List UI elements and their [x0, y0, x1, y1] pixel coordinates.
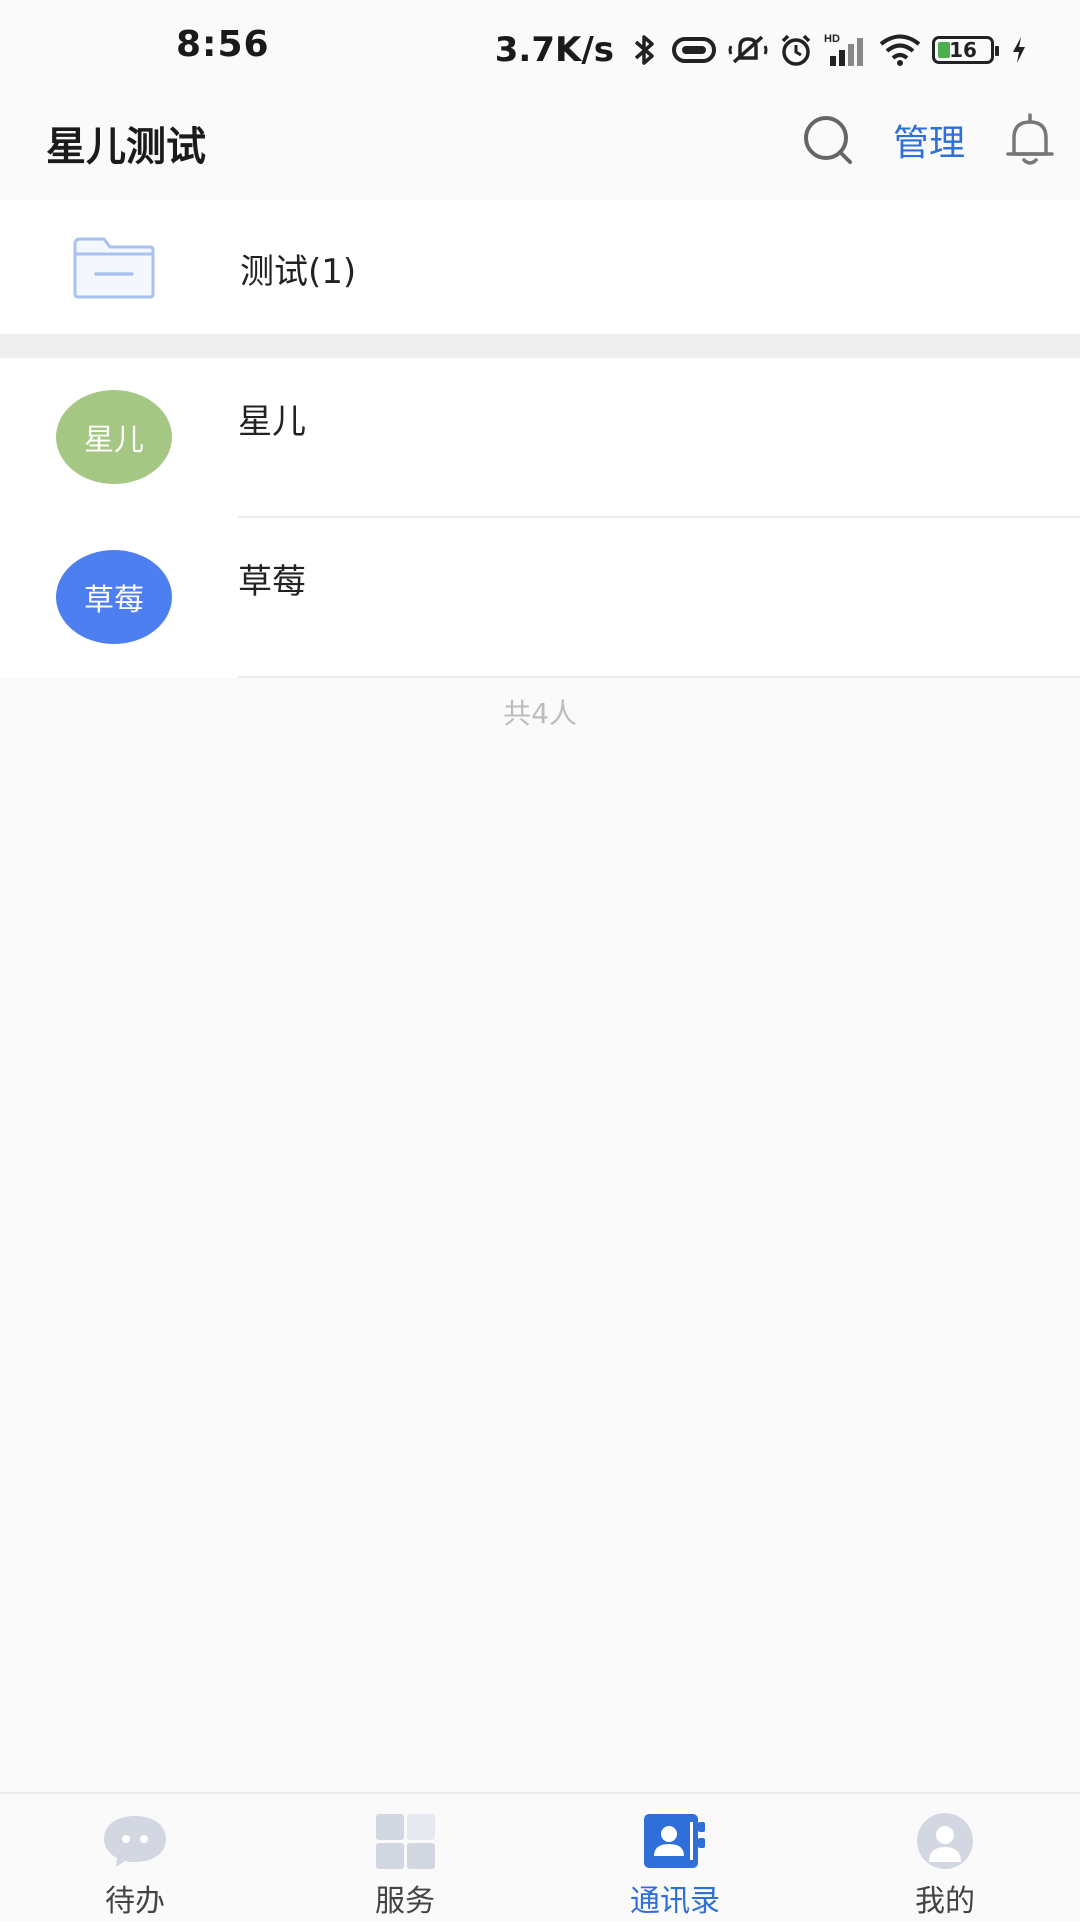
section-divider	[0, 334, 1080, 358]
avatar: 星儿	[56, 390, 172, 484]
profile-icon	[917, 1813, 973, 1869]
nav-label: 服务	[375, 1884, 435, 1919]
nav-label: 待办	[105, 1884, 165, 1919]
nav-label: 通讯录	[630, 1884, 720, 1919]
member-name: 草莓	[238, 562, 306, 602]
status-icons: 3.7K/s HD 16	[495, 28, 1028, 72]
network-speed: 3.7K/s	[494, 30, 614, 70]
mute-icon	[728, 35, 768, 64]
bottom-nav: 待办 服务 通讯录 我的	[0, 1792, 1080, 1922]
charging-icon	[1013, 37, 1025, 63]
bell-icon[interactable]	[1002, 110, 1058, 170]
manage-button[interactable]: 管理	[893, 114, 965, 166]
member-count: 共4人	[503, 697, 577, 730]
battery-icon: 16	[932, 36, 999, 64]
vibrate-icon	[672, 37, 716, 63]
nav-item-todo[interactable]: 待办	[0, 1794, 270, 1922]
svg-text:HD: HD	[824, 33, 840, 45]
status-bar: 8:56 3.7K/s HD 16	[0, 0, 1080, 96]
contacts-icon	[644, 1814, 705, 1868]
nav-item-me[interactable]: 我的	[810, 1794, 1080, 1922]
member-row[interactable]: 草莓 草莓	[0, 518, 1080, 678]
nav-item-contacts[interactable]: 通讯录	[540, 1794, 810, 1922]
alarm-icon	[781, 34, 811, 66]
grid-icon	[376, 1814, 435, 1869]
status-time: 8:56	[176, 24, 270, 65]
nav-item-services[interactable]: 服务	[270, 1794, 540, 1922]
nav-label: 我的	[915, 1884, 975, 1919]
bluetooth-icon	[634, 35, 654, 65]
member-name: 星儿	[238, 402, 306, 442]
battery-level: 16	[949, 38, 977, 62]
wifi-icon	[879, 34, 921, 66]
department-row[interactable]: 测试(1)	[0, 200, 1080, 334]
avatar: 草莓	[56, 550, 172, 644]
member-row[interactable]: 星儿 星儿	[0, 358, 1080, 518]
page-title: 星儿测试	[46, 124, 206, 170]
signal-icon: HD	[824, 33, 863, 66]
department-label: 测试(1)	[240, 252, 357, 292]
chat-bubble-icon	[104, 1816, 166, 1867]
row-divider	[238, 676, 1080, 678]
folder-icon	[73, 237, 155, 299]
search-icon[interactable]	[800, 112, 856, 168]
